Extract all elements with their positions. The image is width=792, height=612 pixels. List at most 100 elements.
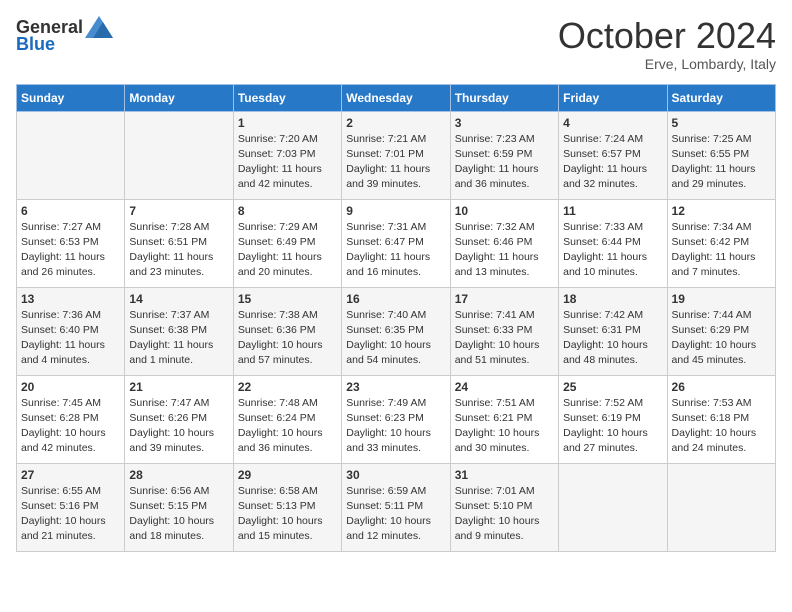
location: Erve, Lombardy, Italy: [558, 56, 776, 72]
day-info: Sunrise: 7:49 AMSunset: 6:23 PMDaylight:…: [346, 396, 445, 457]
day-info: Sunrise: 7:47 AMSunset: 6:26 PMDaylight:…: [129, 396, 228, 457]
day-info: Sunrise: 7:28 AMSunset: 6:51 PMDaylight:…: [129, 220, 228, 281]
day-info: Sunrise: 7:25 AMSunset: 6:55 PMDaylight:…: [672, 132, 771, 193]
calendar-cell: 31 Sunrise: 7:01 AMSunset: 5:10 PMDayligh…: [450, 463, 558, 551]
day-of-week-header: Saturday: [667, 84, 775, 111]
calendar-cell: 17Sunrise: 7:41 AMSunset: 6:33 PMDayligh…: [450, 287, 558, 375]
day-number: 26: [672, 380, 771, 394]
calendar-cell: 11 Sunrise: 7:33 AMSunset: 6:44 PMDayligh…: [559, 199, 667, 287]
calendar-cell: 10 Sunrise: 7:32 AMSunset: 6:46 PMDayligh…: [450, 199, 558, 287]
logo-blue: Blue: [16, 34, 55, 55]
calendar-cell: 21 Sunrise: 7:47 AMSunset: 6:26 PMDayligh…: [125, 375, 233, 463]
day-info: Sunrise: 7:27 AMSunset: 6:53 PMDaylight:…: [21, 220, 120, 281]
calendar-cell: 25 Sunrise: 7:52 AMSunset: 6:19 PMDayligh…: [559, 375, 667, 463]
calendar-cell: 24Sunrise: 7:51 AMSunset: 6:21 PMDayligh…: [450, 375, 558, 463]
day-number: 25: [563, 380, 662, 394]
day-number: 17: [455, 292, 554, 306]
day-number: 23: [346, 380, 445, 394]
calendar-cell: 29 Sunrise: 6:58 AMSunset: 5:13 PMDayligh…: [233, 463, 341, 551]
day-of-week-header: Tuesday: [233, 84, 341, 111]
day-info: Sunrise: 7:32 AMSunset: 6:46 PMDaylight:…: [455, 220, 554, 281]
calendar-cell: 14 Sunrise: 7:37 AMSunset: 6:38 PMDayligh…: [125, 287, 233, 375]
day-info: Sunrise: 7:44 AMSunset: 6:29 PMDaylight:…: [672, 308, 771, 369]
day-info: Sunrise: 7:38 AMSunset: 6:36 PMDaylight:…: [238, 308, 337, 369]
day-number: 30: [346, 468, 445, 482]
day-number: 21: [129, 380, 228, 394]
day-info: Sunrise: 6:56 AMSunset: 5:15 PMDaylight:…: [129, 484, 228, 545]
day-number: 31: [455, 468, 554, 482]
day-number: 29: [238, 468, 337, 482]
month-title: October 2024: [558, 16, 776, 56]
day-info: Sunrise: 7:24 AMSunset: 6:57 PMDaylight:…: [563, 132, 662, 193]
day-info: Sunrise: 7:51 AMSunset: 6:21 PMDaylight:…: [455, 396, 554, 457]
calendar-cell: 6 Sunrise: 7:27 AMSunset: 6:53 PMDaylight…: [17, 199, 125, 287]
day-info: Sunrise: 7:42 AMSunset: 6:31 PMDaylight:…: [563, 308, 662, 369]
day-of-week-header: Sunday: [17, 84, 125, 111]
day-number: 13: [21, 292, 120, 306]
calendar-cell: 16 Sunrise: 7:40 AMSunset: 6:35 PMDayligh…: [342, 287, 450, 375]
calendar-cell: 30Sunrise: 6:59 AMSunset: 5:11 PMDayligh…: [342, 463, 450, 551]
logo-icon: [85, 16, 113, 38]
calendar-cell: 23 Sunrise: 7:49 AMSunset: 6:23 PMDayligh…: [342, 375, 450, 463]
day-number: 4: [563, 116, 662, 130]
logo: General Blue: [16, 16, 113, 55]
calendar-cell: 1Sunrise: 7:20 AMSunset: 7:03 PMDaylight…: [233, 111, 341, 199]
day-number: 27: [21, 468, 120, 482]
calendar-cell: 9 Sunrise: 7:31 AMSunset: 6:47 PMDaylight…: [342, 199, 450, 287]
day-of-week-header: Friday: [559, 84, 667, 111]
day-info: Sunrise: 7:53 AMSunset: 6:18 PMDaylight:…: [672, 396, 771, 457]
day-of-week-header: Wednesday: [342, 84, 450, 111]
day-number: 28: [129, 468, 228, 482]
calendar-cell: 20 Sunrise: 7:45 AMSunset: 6:28 PMDayligh…: [17, 375, 125, 463]
calendar-cell: 26 Sunrise: 7:53 AMSunset: 6:18 PMDayligh…: [667, 375, 775, 463]
day-number: 14: [129, 292, 228, 306]
day-number: 18: [563, 292, 662, 306]
calendar-table: SundayMondayTuesdayWednesdayThursdayFrid…: [16, 84, 776, 552]
day-info: Sunrise: 7:45 AMSunset: 6:28 PMDaylight:…: [21, 396, 120, 457]
calendar-cell: [667, 463, 775, 551]
day-number: 9: [346, 204, 445, 218]
day-info: Sunrise: 7:37 AMSunset: 6:38 PMDaylight:…: [129, 308, 228, 369]
calendar-cell: 19Sunrise: 7:44 AMSunset: 6:29 PMDayligh…: [667, 287, 775, 375]
calendar-cell: 8Sunrise: 7:29 AMSunset: 6:49 PMDaylight…: [233, 199, 341, 287]
day-number: 6: [21, 204, 120, 218]
calendar-cell: 13 Sunrise: 7:36 AMSunset: 6:40 PMDayligh…: [17, 287, 125, 375]
calendar-cell: [17, 111, 125, 199]
calendar-cell: [559, 463, 667, 551]
calendar-cell: 27 Sunrise: 6:55 AMSunset: 5:16 PMDayligh…: [17, 463, 125, 551]
day-info: Sunrise: 7:52 AMSunset: 6:19 PMDaylight:…: [563, 396, 662, 457]
calendar-cell: 4 Sunrise: 7:24 AMSunset: 6:57 PMDaylight…: [559, 111, 667, 199]
day-info: Sunrise: 7:01 AMSunset: 5:10 PMDaylight:…: [455, 484, 554, 545]
calendar-cell: 3Sunrise: 7:23 AMSunset: 6:59 PMDaylight…: [450, 111, 558, 199]
day-info: Sunrise: 7:23 AMSunset: 6:59 PMDaylight:…: [455, 132, 554, 193]
day-info: Sunrise: 7:21 AMSunset: 7:01 PMDaylight:…: [346, 132, 445, 193]
calendar-cell: 22Sunrise: 7:48 AMSunset: 6:24 PMDayligh…: [233, 375, 341, 463]
calendar-cell: 15 Sunrise: 7:38 AMSunset: 6:36 PMDayligh…: [233, 287, 341, 375]
day-info: Sunrise: 7:31 AMSunset: 6:47 PMDaylight:…: [346, 220, 445, 281]
day-info: Sunrise: 7:40 AMSunset: 6:35 PMDaylight:…: [346, 308, 445, 369]
day-number: 2: [346, 116, 445, 130]
day-info: Sunrise: 7:36 AMSunset: 6:40 PMDaylight:…: [21, 308, 120, 369]
day-number: 16: [346, 292, 445, 306]
calendar-cell: 28 Sunrise: 6:56 AMSunset: 5:15 PMDayligh…: [125, 463, 233, 551]
day-info: Sunrise: 7:20 AMSunset: 7:03 PMDaylight:…: [238, 132, 337, 193]
day-number: 8: [238, 204, 337, 218]
day-number: 20: [21, 380, 120, 394]
calendar-cell: 7 Sunrise: 7:28 AMSunset: 6:51 PMDaylight…: [125, 199, 233, 287]
day-of-week-header: Thursday: [450, 84, 558, 111]
calendar-cell: 2 Sunrise: 7:21 AMSunset: 7:01 PMDaylight…: [342, 111, 450, 199]
day-number: 12: [672, 204, 771, 218]
day-info: Sunrise: 6:58 AMSunset: 5:13 PMDaylight:…: [238, 484, 337, 545]
day-info: Sunrise: 7:34 AMSunset: 6:42 PMDaylight:…: [672, 220, 771, 281]
day-of-week-header: Monday: [125, 84, 233, 111]
title-area: October 2024 Erve, Lombardy, Italy: [558, 16, 776, 72]
day-number: 7: [129, 204, 228, 218]
calendar-cell: 18 Sunrise: 7:42 AMSunset: 6:31 PMDayligh…: [559, 287, 667, 375]
calendar-cell: 5Sunrise: 7:25 AMSunset: 6:55 PMDaylight…: [667, 111, 775, 199]
day-number: 10: [455, 204, 554, 218]
day-number: 11: [563, 204, 662, 218]
day-info: Sunrise: 6:55 AMSunset: 5:16 PMDaylight:…: [21, 484, 120, 545]
page-header: General Blue October 2024 Erve, Lombardy…: [16, 16, 776, 72]
day-info: Sunrise: 7:33 AMSunset: 6:44 PMDaylight:…: [563, 220, 662, 281]
day-number: 15: [238, 292, 337, 306]
